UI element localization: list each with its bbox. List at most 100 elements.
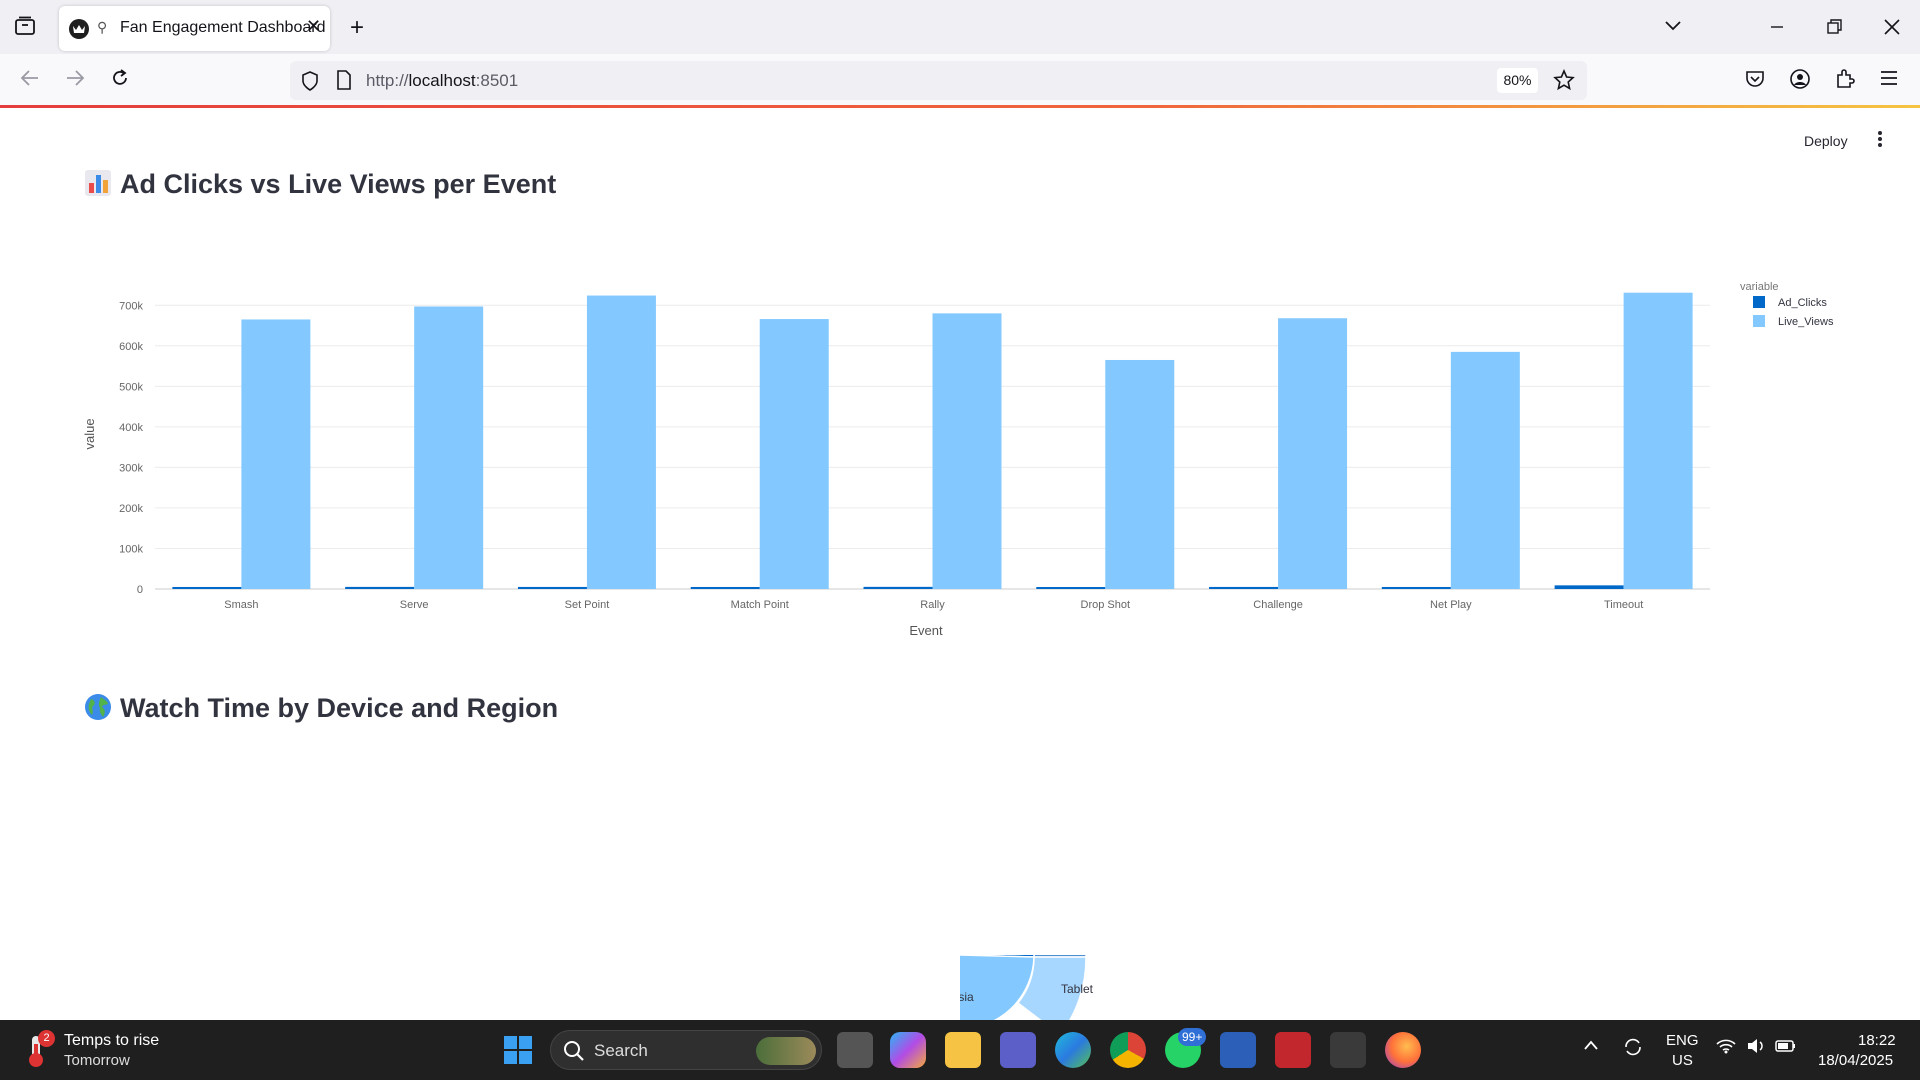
task-view-icon[interactable] xyxy=(837,1032,873,1068)
battery-icon[interactable] xyxy=(1775,1037,1797,1059)
bar-live-views[interactable] xyxy=(759,319,829,589)
bar-live-views[interactable] xyxy=(1450,351,1520,589)
legend-swatch xyxy=(1753,296,1765,308)
browser-tab-strip: ⚲ Fan Engagement Dashboard ✕ + xyxy=(0,0,1920,54)
streamlit-favicon-icon xyxy=(69,19,89,39)
bar-ad-clicks[interactable] xyxy=(345,586,415,589)
list-tabs-chevron-icon[interactable] xyxy=(1664,14,1682,37)
sunburst-label-tablet-europe: Tablet xyxy=(879,883,912,897)
close-window-icon[interactable] xyxy=(1884,18,1900,41)
pdf-editor-icon[interactable] xyxy=(1275,1032,1311,1068)
bookmark-star-icon[interactable] xyxy=(1553,68,1575,96)
url-text[interactable]: http://localhost:8501 xyxy=(366,71,518,91)
taskbar-search-box[interactable]: Search xyxy=(550,1030,822,1070)
bar-ad-clicks[interactable] xyxy=(690,586,760,589)
weather-line-1: Temps to rise xyxy=(64,1032,160,1049)
bar-live-views[interactable] xyxy=(1278,318,1348,589)
reload-icon[interactable] xyxy=(110,68,130,94)
sunburst-label-asia: Asia xyxy=(950,990,974,1004)
windows-taskbar: 2 Temps to rise Tomorrow Search 99+ ENG … xyxy=(0,1020,1920,1080)
section-heading-ad-clicks: Ad Clicks vs Live Views per Event xyxy=(84,169,556,200)
tab-manager-icon[interactable] xyxy=(14,16,36,42)
lang-line-1[interactable]: ENG xyxy=(1666,1032,1699,1049)
minimize-icon[interactable] xyxy=(1770,16,1784,39)
account-icon[interactable] xyxy=(1789,68,1811,96)
y-tick-label: 200k xyxy=(119,503,143,515)
bar-live-views[interactable] xyxy=(414,306,484,589)
sunburst-segment-desktop[interactable] xyxy=(834,878,902,953)
bar-ad-clicks[interactable] xyxy=(1209,586,1279,589)
x-axis-title: Event xyxy=(909,623,943,638)
shield-icon[interactable] xyxy=(300,70,320,97)
weather-line-2: Tomorrow xyxy=(64,1052,130,1069)
bar-chart-emoji-icon xyxy=(84,169,112,197)
legend-item-label[interactable]: Ad_Clicks xyxy=(1778,297,1827,309)
word-icon[interactable] xyxy=(1220,1032,1256,1068)
legend-item-label[interactable]: Live_Views xyxy=(1778,316,1834,328)
bar-ad-clicks[interactable] xyxy=(517,586,587,589)
close-tab-icon[interactable]: ✕ xyxy=(306,16,321,37)
volume-icon[interactable] xyxy=(1746,1037,1766,1059)
pocket-icon[interactable] xyxy=(1745,69,1765,95)
zoom-level-badge[interactable]: 80% xyxy=(1497,68,1538,93)
section-title-2: Watch Time by Device and Region xyxy=(120,693,559,723)
sunburst-label-tablet-asia: Tablet xyxy=(1061,982,1094,996)
bar-live-views[interactable] xyxy=(1623,292,1693,589)
restore-icon[interactable] xyxy=(1827,18,1843,41)
bar-ad-clicks[interactable] xyxy=(1554,585,1624,589)
back-arrow-icon[interactable] xyxy=(20,69,40,93)
browser-nav-bar: http://localhost:8501 80% xyxy=(0,54,1920,107)
x-tick-label: Set Point xyxy=(565,599,610,611)
lang-line-2[interactable]: US xyxy=(1672,1052,1693,1069)
url-host: localhost xyxy=(408,71,476,90)
clock-date[interactable]: 18/04/2025 xyxy=(1818,1052,1893,1069)
new-tab-icon[interactable]: + xyxy=(350,14,364,42)
edge-icon[interactable] xyxy=(1055,1032,1091,1068)
sunburst-segment-tablet-europe[interactable] xyxy=(860,834,942,909)
bar-live-views[interactable] xyxy=(1105,359,1175,589)
page-load-progress xyxy=(0,105,1920,108)
bar-ad-clicks[interactable] xyxy=(1036,587,1106,589)
address-bar[interactable]: http://localhost:8501 80% xyxy=(290,61,1587,100)
chrome-icon[interactable] xyxy=(1110,1032,1146,1068)
clock-time[interactable]: 18:22 xyxy=(1858,1032,1896,1049)
teams-icon[interactable] xyxy=(1000,1032,1036,1068)
forward-arrow-icon[interactable] xyxy=(65,69,85,93)
terminal-icon[interactable] xyxy=(1330,1032,1366,1068)
extensions-icon[interactable] xyxy=(1834,68,1856,96)
bar-live-views[interactable] xyxy=(586,295,656,589)
app-menu-icon[interactable] xyxy=(1879,69,1899,93)
weather-badge: 2 xyxy=(38,1030,55,1047)
page-info-icon[interactable] xyxy=(336,70,352,95)
chart-legend[interactable]: variable Ad_Clicks Live_Views xyxy=(1740,281,1834,328)
bar-live-views[interactable] xyxy=(241,319,311,589)
search-label: Search xyxy=(594,1041,648,1060)
x-tick-label: Smash xyxy=(224,599,258,611)
search-icon xyxy=(563,1040,585,1067)
show-hidden-icons-chevron-icon[interactable] xyxy=(1583,1038,1599,1055)
sunburst-segment-smart-tv[interactable] xyxy=(1003,864,1087,958)
search-highlight-icon xyxy=(756,1037,816,1065)
copilot-icon[interactable] xyxy=(890,1032,926,1068)
firefox-icon[interactable] xyxy=(1385,1032,1421,1068)
url-scheme: http:// xyxy=(366,71,409,90)
ad-clicks-live-views-bar-chart[interactable]: Smash Serve Set Point Match Point Rally Drop … xyxy=(70,275,1870,645)
sunburst-segment-mobile[interactable] xyxy=(926,829,1047,895)
bar-ad-clicks[interactable] xyxy=(172,586,242,589)
tab-fan-engagement[interactable]: ⚲ Fan Engagement Dashboard ✕ xyxy=(59,6,330,51)
wifi-icon[interactable] xyxy=(1716,1038,1736,1058)
file-explorer-icon[interactable] xyxy=(945,1032,981,1068)
deploy-button[interactable]: Deploy xyxy=(1804,133,1848,149)
x-tick-label: Serve xyxy=(400,599,429,611)
main-menu-icon[interactable] xyxy=(1877,130,1883,153)
sunburst-segment-asia[interactable] xyxy=(886,953,1035,1020)
bar-ad-clicks[interactable] xyxy=(1381,586,1451,589)
windows-start-icon[interactable] xyxy=(500,1032,536,1068)
sunburst-segment-europe[interactable] xyxy=(886,881,1035,958)
x-tick-label: Drop Shot xyxy=(1081,599,1131,611)
sync-icon[interactable] xyxy=(1622,1036,1644,1062)
watch-time-sunburst-chart[interactable]: Europe Asia Mobile Smart TV Desktop Tabl… xyxy=(800,800,1120,1020)
x-tick-label: Challenge xyxy=(1253,599,1303,611)
bar-ad-clicks[interactable] xyxy=(863,586,933,589)
bar-live-views[interactable] xyxy=(932,313,1002,589)
